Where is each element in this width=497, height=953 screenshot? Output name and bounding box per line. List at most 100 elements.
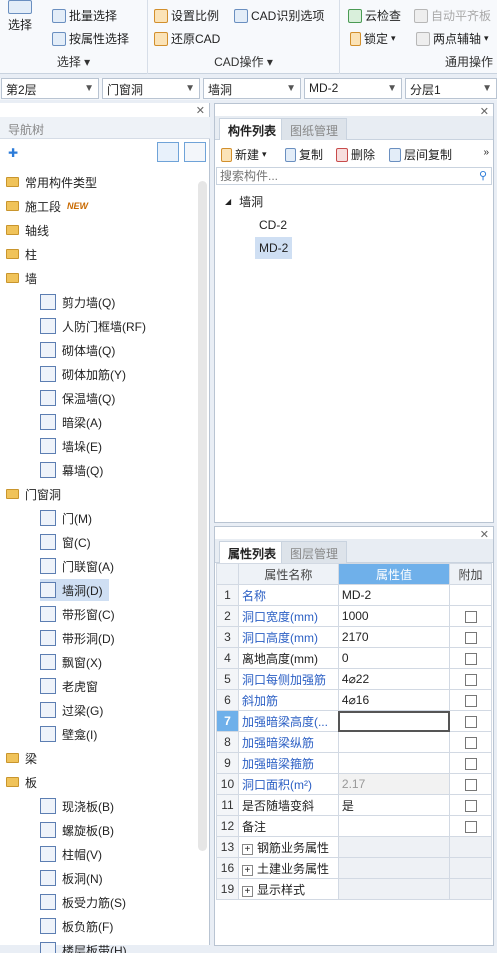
property-group[interactable]: + 钢筋业务属性 [237, 836, 339, 858]
delete-button[interactable]: 删除 [336, 146, 375, 163]
property-row[interactable]: 7 加强暗梁高度(... [216, 710, 492, 732]
tab-property-list[interactable]: 属性列表 [219, 541, 286, 563]
property-row[interactable]: 2 洞口宽度(mm) 1000 [216, 605, 492, 627]
restore-cad-button[interactable]: 还原CAD [154, 30, 220, 47]
collapse-icon[interactable]: ◢ [225, 197, 231, 206]
nav-folder[interactable]: 梁 [6, 747, 37, 769]
add-checkbox[interactable] [464, 757, 477, 770]
nav-folder[interactable]: 墙 [6, 267, 37, 289]
add-checkbox[interactable] [464, 610, 477, 623]
cad-recognize-button[interactable]: CAD识别选项 [234, 7, 324, 24]
nav-item[interactable]: 门联窗(A) [40, 555, 120, 577]
cad-group-label[interactable]: CAD操作 ▾ [148, 53, 339, 70]
property-row[interactable]: 3 洞口高度(mm) 2170 [216, 626, 492, 648]
add-checkbox[interactable] [464, 736, 477, 749]
component-select[interactable]: MD-2 ▼ [304, 78, 402, 99]
tree-root-node[interactable]: ◢ 墙洞 [221, 190, 267, 212]
nav-item[interactable]: 墙垛(E) [40, 435, 108, 457]
property-row[interactable]: 1 名称 MD-2 [216, 584, 492, 606]
property-group[interactable]: + 显示样式 [237, 878, 339, 900]
nav-item[interactable]: 现浇板(B) [40, 795, 120, 817]
close-icon[interactable]: ✕ [196, 104, 205, 117]
auto-align-button[interactable]: 自动平齐板 [414, 7, 491, 24]
property-row[interactable]: 12 备注 [216, 815, 492, 837]
nav-item[interactable]: 人防门框墙(RF) [40, 315, 152, 337]
grid-view-icon[interactable] [184, 142, 206, 162]
nav-item[interactable]: 窗(C) [40, 531, 97, 553]
select-group-label[interactable]: 选择 ▾ [0, 53, 147, 70]
nav-item[interactable]: 板负筋(F) [40, 915, 119, 937]
add-checkbox[interactable] [464, 694, 477, 707]
batch-select-button[interactable]: 批量选择 [52, 7, 117, 24]
new-button[interactable]: 新建 ▾ [221, 146, 267, 163]
nav-folder[interactable]: 板 [6, 771, 37, 793]
nav-item[interactable]: 飘窗(X) [40, 651, 108, 673]
property-row[interactable]: 4 离地高度(mm) 0 [216, 647, 492, 669]
property-group[interactable]: + 土建业务属性 [237, 857, 339, 879]
tab-layer-manage[interactable]: 图层管理 [281, 541, 348, 563]
list-view-icon[interactable] [157, 142, 179, 162]
nav-folder[interactable]: 门窗洞 [6, 483, 61, 505]
property-row[interactable]: 11 是否随墙变斜是 [216, 794, 492, 816]
property-value[interactable] [337, 731, 451, 753]
tab-drawing-manage[interactable]: 图纸管理 [281, 118, 348, 140]
copy-button[interactable]: 复制 [285, 146, 323, 163]
add-checkbox[interactable] [464, 715, 477, 728]
property-value[interactable] [337, 752, 451, 774]
nav-item[interactable]: 砌体墙(Q) [40, 339, 121, 361]
property-value[interactable] [337, 710, 451, 732]
nav-item[interactable]: 柱帽(V) [40, 843, 108, 865]
nav-folder[interactable]: 轴线 [6, 219, 49, 241]
property-value[interactable]: 0 [337, 647, 451, 669]
component-item-md2[interactable]: MD-2 [255, 237, 293, 259]
two-point-axis-button[interactable]: 两点辅轴 ▾ [416, 30, 489, 47]
property-group-row[interactable]: 16 + 土建业务属性 [216, 857, 492, 879]
expand-icon[interactable]: + [241, 864, 253, 876]
floor-copy-button[interactable]: 层间复制 [389, 146, 452, 163]
nav-item[interactable]: 剪力墙(Q) [40, 291, 121, 313]
expand-icon[interactable]: + [241, 885, 253, 897]
nav-item[interactable]: 带形洞(D) [40, 627, 121, 649]
property-group-row[interactable]: 13 + 钢筋业务属性 [216, 836, 492, 858]
property-value[interactable]: 是 [337, 794, 451, 816]
nav-item[interactable]: 保温墙(Q) [40, 387, 121, 409]
nav-item[interactable]: 暗梁(A) [40, 411, 108, 433]
add-checkbox[interactable] [464, 673, 477, 686]
tab-component-list[interactable]: 构件列表 [219, 118, 286, 140]
property-row[interactable]: 5 洞口每侧加强筋 4⌀22 [216, 668, 492, 690]
nav-item[interactable]: 带形窗(C) [40, 603, 121, 625]
add-checkbox[interactable] [464, 778, 477, 791]
component-item-cd2[interactable]: CD-2 [255, 214, 291, 236]
property-value[interactable]: 1000 [337, 605, 451, 627]
nav-item[interactable]: 幕墙(Q) [40, 459, 109, 481]
more-icon[interactable]: » [483, 147, 489, 158]
nav-item[interactable]: 螺旋板(B) [40, 819, 120, 841]
nav-item[interactable]: 老虎窗 [40, 675, 104, 697]
property-value[interactable]: 4⌀16 [337, 689, 451, 711]
search-icon[interactable]: ⚲ [479, 169, 487, 182]
nav-item[interactable]: 过梁(G) [40, 699, 109, 721]
nav-item[interactable]: 门(M) [40, 507, 98, 529]
add-checkbox[interactable] [464, 820, 477, 833]
nav-item[interactable]: 板受力筋(S) [40, 891, 132, 913]
category-select[interactable]: 门窗洞 ▼ [102, 78, 200, 99]
property-value[interactable]: 2.17 [337, 773, 451, 795]
property-group-row[interactable]: 19 + 显示样式 [216, 878, 492, 900]
add-checkbox[interactable] [464, 631, 477, 644]
type-select[interactable]: 墙洞 ▼ [203, 78, 301, 99]
nav-folder[interactable]: 施工段 NEW [6, 195, 88, 217]
nav-folder[interactable]: 柱 [6, 243, 37, 265]
property-value[interactable]: MD-2 [337, 584, 451, 606]
select-button[interactable]: 选择 [8, 0, 32, 33]
set-scale-button[interactable]: 设置比例 [154, 7, 219, 24]
floor-select[interactable]: 第2层 ▼ [1, 78, 99, 99]
nav-folder[interactable]: 常用构件类型 [6, 171, 97, 193]
property-value[interactable] [337, 815, 451, 837]
nav-item[interactable]: 板洞(N) [40, 867, 109, 889]
add-icon[interactable]: ✚ [8, 146, 18, 160]
expand-icon[interactable]: + [241, 843, 253, 855]
nav-item[interactable]: 壁龛(I) [40, 723, 103, 745]
component-search-input[interactable] [216, 167, 492, 185]
nav-item[interactable]: 砌体加筋(Y) [40, 363, 132, 385]
nav-scrollbar[interactable] [198, 181, 207, 851]
